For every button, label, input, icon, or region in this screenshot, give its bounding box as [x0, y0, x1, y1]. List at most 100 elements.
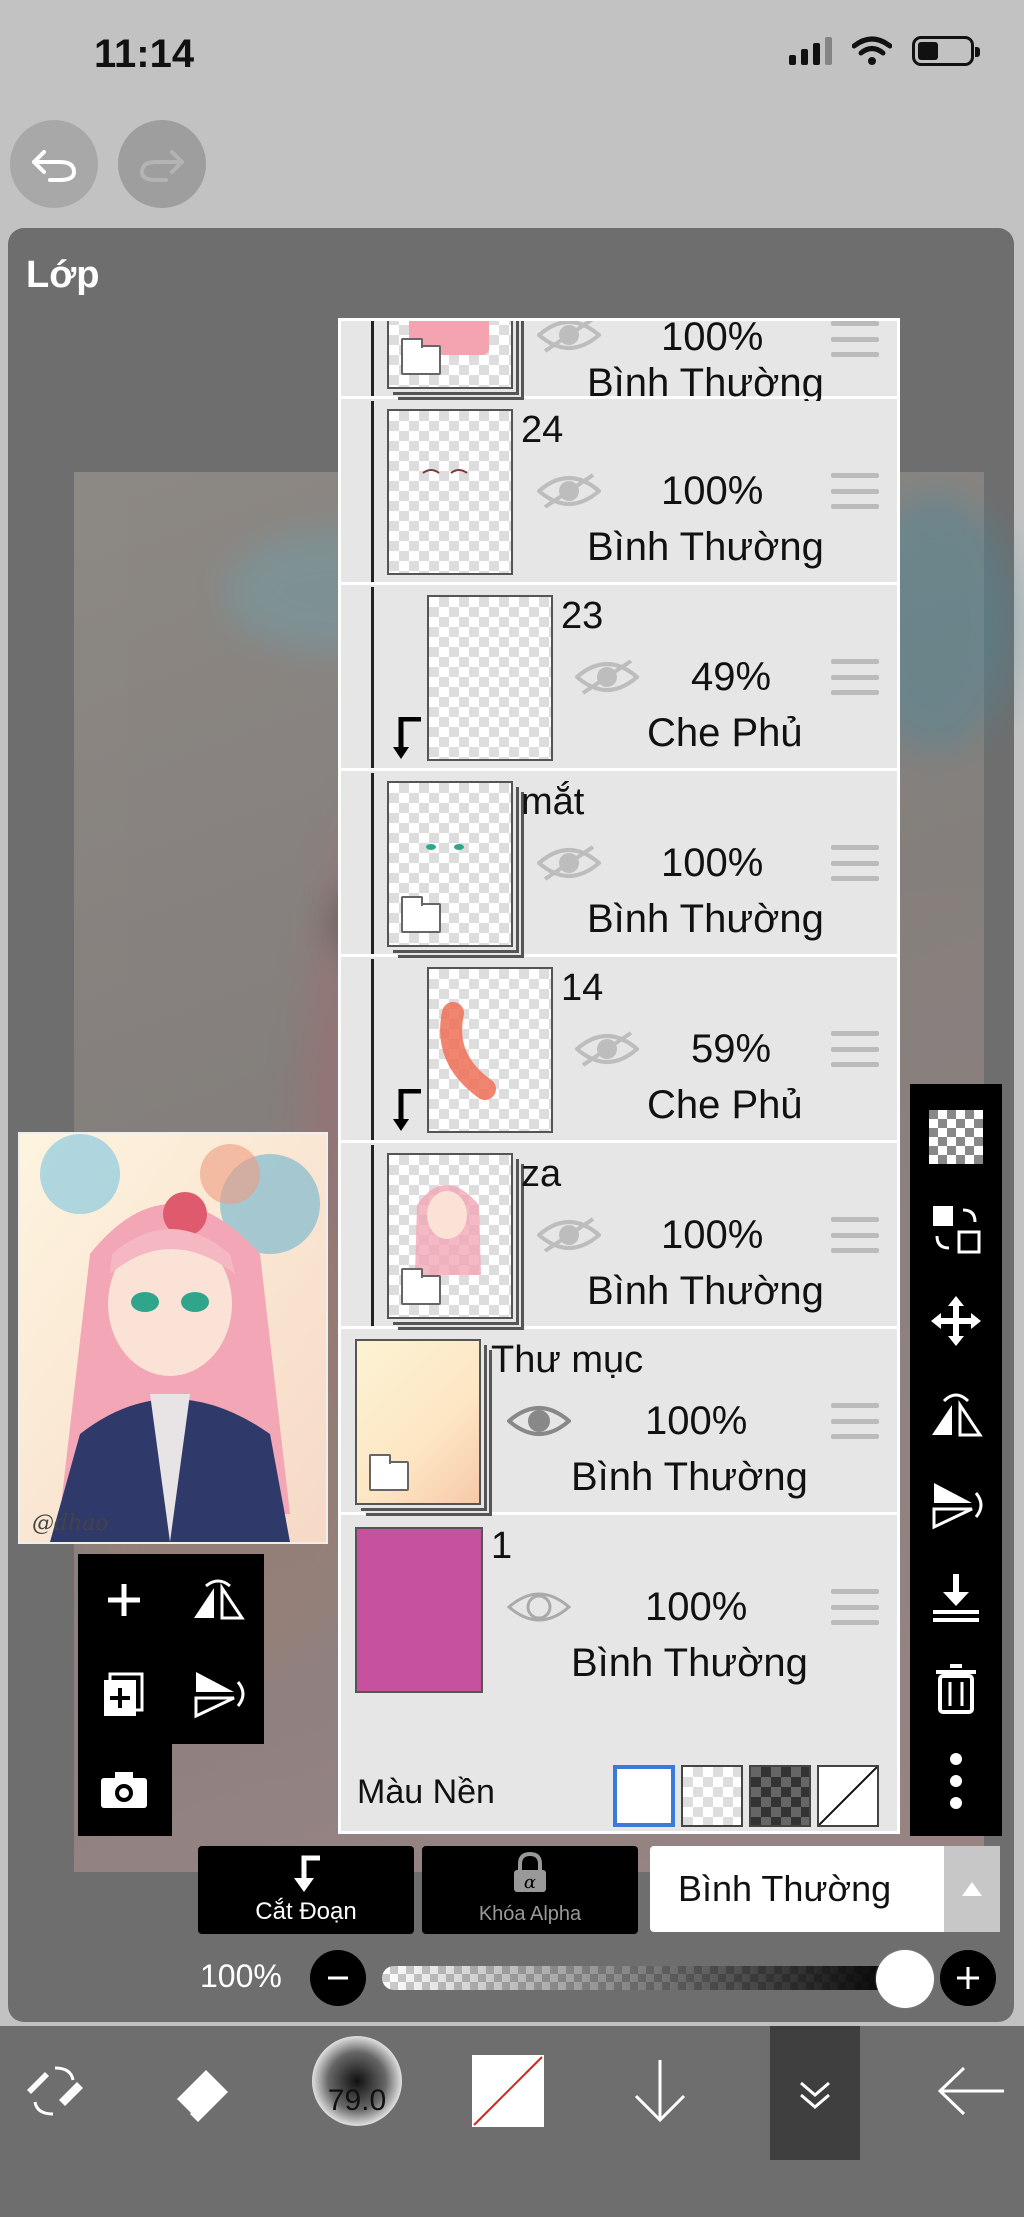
clipping-icon [294, 1855, 320, 1892]
blend-mode-select[interactable]: Bình Thường [650, 1846, 1000, 1932]
layer-row[interactable]: 14 59% Che Phủ [341, 959, 897, 1143]
undo-button[interactable] [10, 120, 98, 208]
drag-handle[interactable] [831, 1589, 879, 1625]
navigator-thumbnail[interactable]: @dhao [18, 1132, 328, 1544]
duplicate-layer-button[interactable] [78, 1648, 170, 1740]
drag-handle[interactable] [831, 473, 879, 509]
bg-dark-checker-swatch[interactable] [749, 1765, 811, 1827]
more-vertical-icon [950, 1753, 962, 1809]
brush-size-indicator[interactable]: 79.0 [312, 2036, 402, 2126]
layer-name: 24 [521, 409, 564, 451]
layers-collapse-button[interactable] [770, 2026, 860, 2160]
arrow-left-icon [937, 2066, 1004, 2116]
flip-horizontal-right-button[interactable] [910, 1368, 1002, 1458]
layer-blend-mode: Bình Thường [571, 1455, 808, 1499]
layer-thumbnail [387, 1153, 513, 1319]
layer-blend-mode: Bình Thường [587, 361, 824, 405]
layer-thumbnail [387, 321, 513, 389]
folder-icon [369, 1454, 409, 1491]
layer-opacity: 49% [691, 655, 772, 699]
drag-handle[interactable] [831, 1403, 879, 1439]
color-button[interactable] [472, 2026, 544, 2156]
minus-icon [328, 1976, 348, 1980]
clipping-arrow-icon [393, 1089, 421, 1131]
layer-opacity: 100% [645, 1399, 748, 1443]
eye-icon[interactable] [575, 657, 639, 697]
artwork-thumbnail: @dhao [20, 1134, 326, 1542]
eraser-button[interactable] [168, 2026, 238, 2156]
duplicate-layer-icon [104, 1672, 144, 1716]
layer-opacity: 100% [661, 1213, 764, 1257]
clipping-button[interactable]: Cắt Đoạn [198, 1846, 414, 1934]
more-options-button[interactable] [910, 1736, 1002, 1826]
layer-blend-mode: Che Phủ [647, 711, 803, 755]
layer-blend-mode: Che Phủ [647, 1083, 803, 1127]
camera-icon [101, 1772, 147, 1808]
merge-down-icon [933, 1574, 979, 1622]
signal-icon [789, 37, 832, 65]
eye-icon[interactable] [537, 318, 601, 355]
layer-opacity: 100% [645, 1585, 748, 1629]
redo-button[interactable] [118, 120, 206, 208]
dropdown-arrow-icon [944, 1846, 1000, 1932]
flip-vertical-button[interactable] [172, 1648, 264, 1740]
swap-icon [933, 1206, 981, 1254]
background-label: Màu Nền [357, 1773, 495, 1811]
layer-row[interactable]: 1 100% Bình Thường [341, 1517, 897, 1701]
swap-layer-button[interactable] [910, 1184, 1002, 1274]
drag-handle[interactable] [831, 1031, 879, 1067]
alpha-lock-button[interactable]: α Khóa Alpha [422, 1846, 638, 1934]
eye-icon[interactable] [575, 1029, 639, 1069]
eye-icon[interactable] [537, 843, 601, 883]
layer-row[interactable]: Thư mục 100% Bình Thường [341, 1331, 897, 1515]
layer-row[interactable]: 24 100% Bình Thường [341, 401, 897, 585]
opacity-slider-track[interactable] [382, 1966, 902, 1990]
layer-blend-mode: Bình Thường [587, 897, 824, 941]
download-layer-button[interactable] [630, 2026, 690, 2156]
layer-row[interactable]: 100% Bình Thường [341, 318, 897, 405]
left-toolbox [78, 1554, 264, 1836]
opacity-increase-button[interactable] [940, 1950, 996, 2006]
delete-layer-button[interactable] [910, 1644, 1002, 1734]
battery-icon [912, 36, 980, 66]
camera-button[interactable] [78, 1744, 170, 1836]
bg-transparent-swatch[interactable] [681, 1765, 743, 1827]
folder-icon [401, 338, 441, 375]
drag-handle[interactable] [831, 659, 879, 695]
flip-vertical-icon [194, 1672, 245, 1719]
layer-name: 1 [491, 1525, 513, 1567]
flip-vertical-icon [932, 1483, 983, 1530]
flip-horizontal-button[interactable] [172, 1554, 264, 1646]
tool-switch-button[interactable] [14, 2026, 94, 2156]
flip-vertical-right-button[interactable] [910, 1460, 1002, 1550]
opacity-decrease-button[interactable] [310, 1950, 366, 2006]
eye-icon[interactable] [537, 1215, 601, 1255]
drag-handle[interactable] [831, 321, 879, 357]
back-button[interactable] [930, 2026, 1010, 2156]
merge-down-button[interactable] [910, 1552, 1002, 1642]
layer-blend-mode: Bình Thường [587, 1269, 824, 1313]
layer-row[interactable]: mắt 100% Bình Thường [341, 773, 897, 957]
layer-list: 100% Bình Thường 24 100% Bình Thường 23 … [338, 318, 900, 1834]
eye-icon[interactable] [537, 471, 601, 511]
layer-row[interactable]: 23 49% Che Phủ [341, 587, 897, 771]
layer-row[interactable]: za 100% Bình Thường [341, 1145, 897, 1329]
opacity-slider-knob[interactable] [876, 1950, 934, 2008]
move-button[interactable] [910, 1276, 1002, 1366]
drag-handle[interactable] [831, 1217, 879, 1253]
lock-icon: α [514, 1851, 546, 1893]
status-bar: 11:14 [0, 0, 1024, 112]
bg-white-swatch[interactable] [613, 1765, 675, 1827]
layer-name: 23 [561, 595, 604, 637]
alpha-lock-label: Khóa Alpha [478, 1903, 582, 1925]
bg-none-swatch[interactable] [817, 1765, 879, 1827]
transparency-button[interactable] [910, 1092, 1002, 1182]
eye-icon[interactable] [507, 1587, 571, 1627]
eraser-icon [174, 2070, 228, 2122]
layer-opacity: 100% [661, 318, 764, 359]
eye-icon[interactable] [507, 1401, 571, 1441]
undo-icon [32, 150, 77, 182]
drag-handle[interactable] [831, 845, 879, 881]
add-layer-button[interactable] [78, 1554, 170, 1646]
svg-text:α: α [524, 1872, 536, 1893]
